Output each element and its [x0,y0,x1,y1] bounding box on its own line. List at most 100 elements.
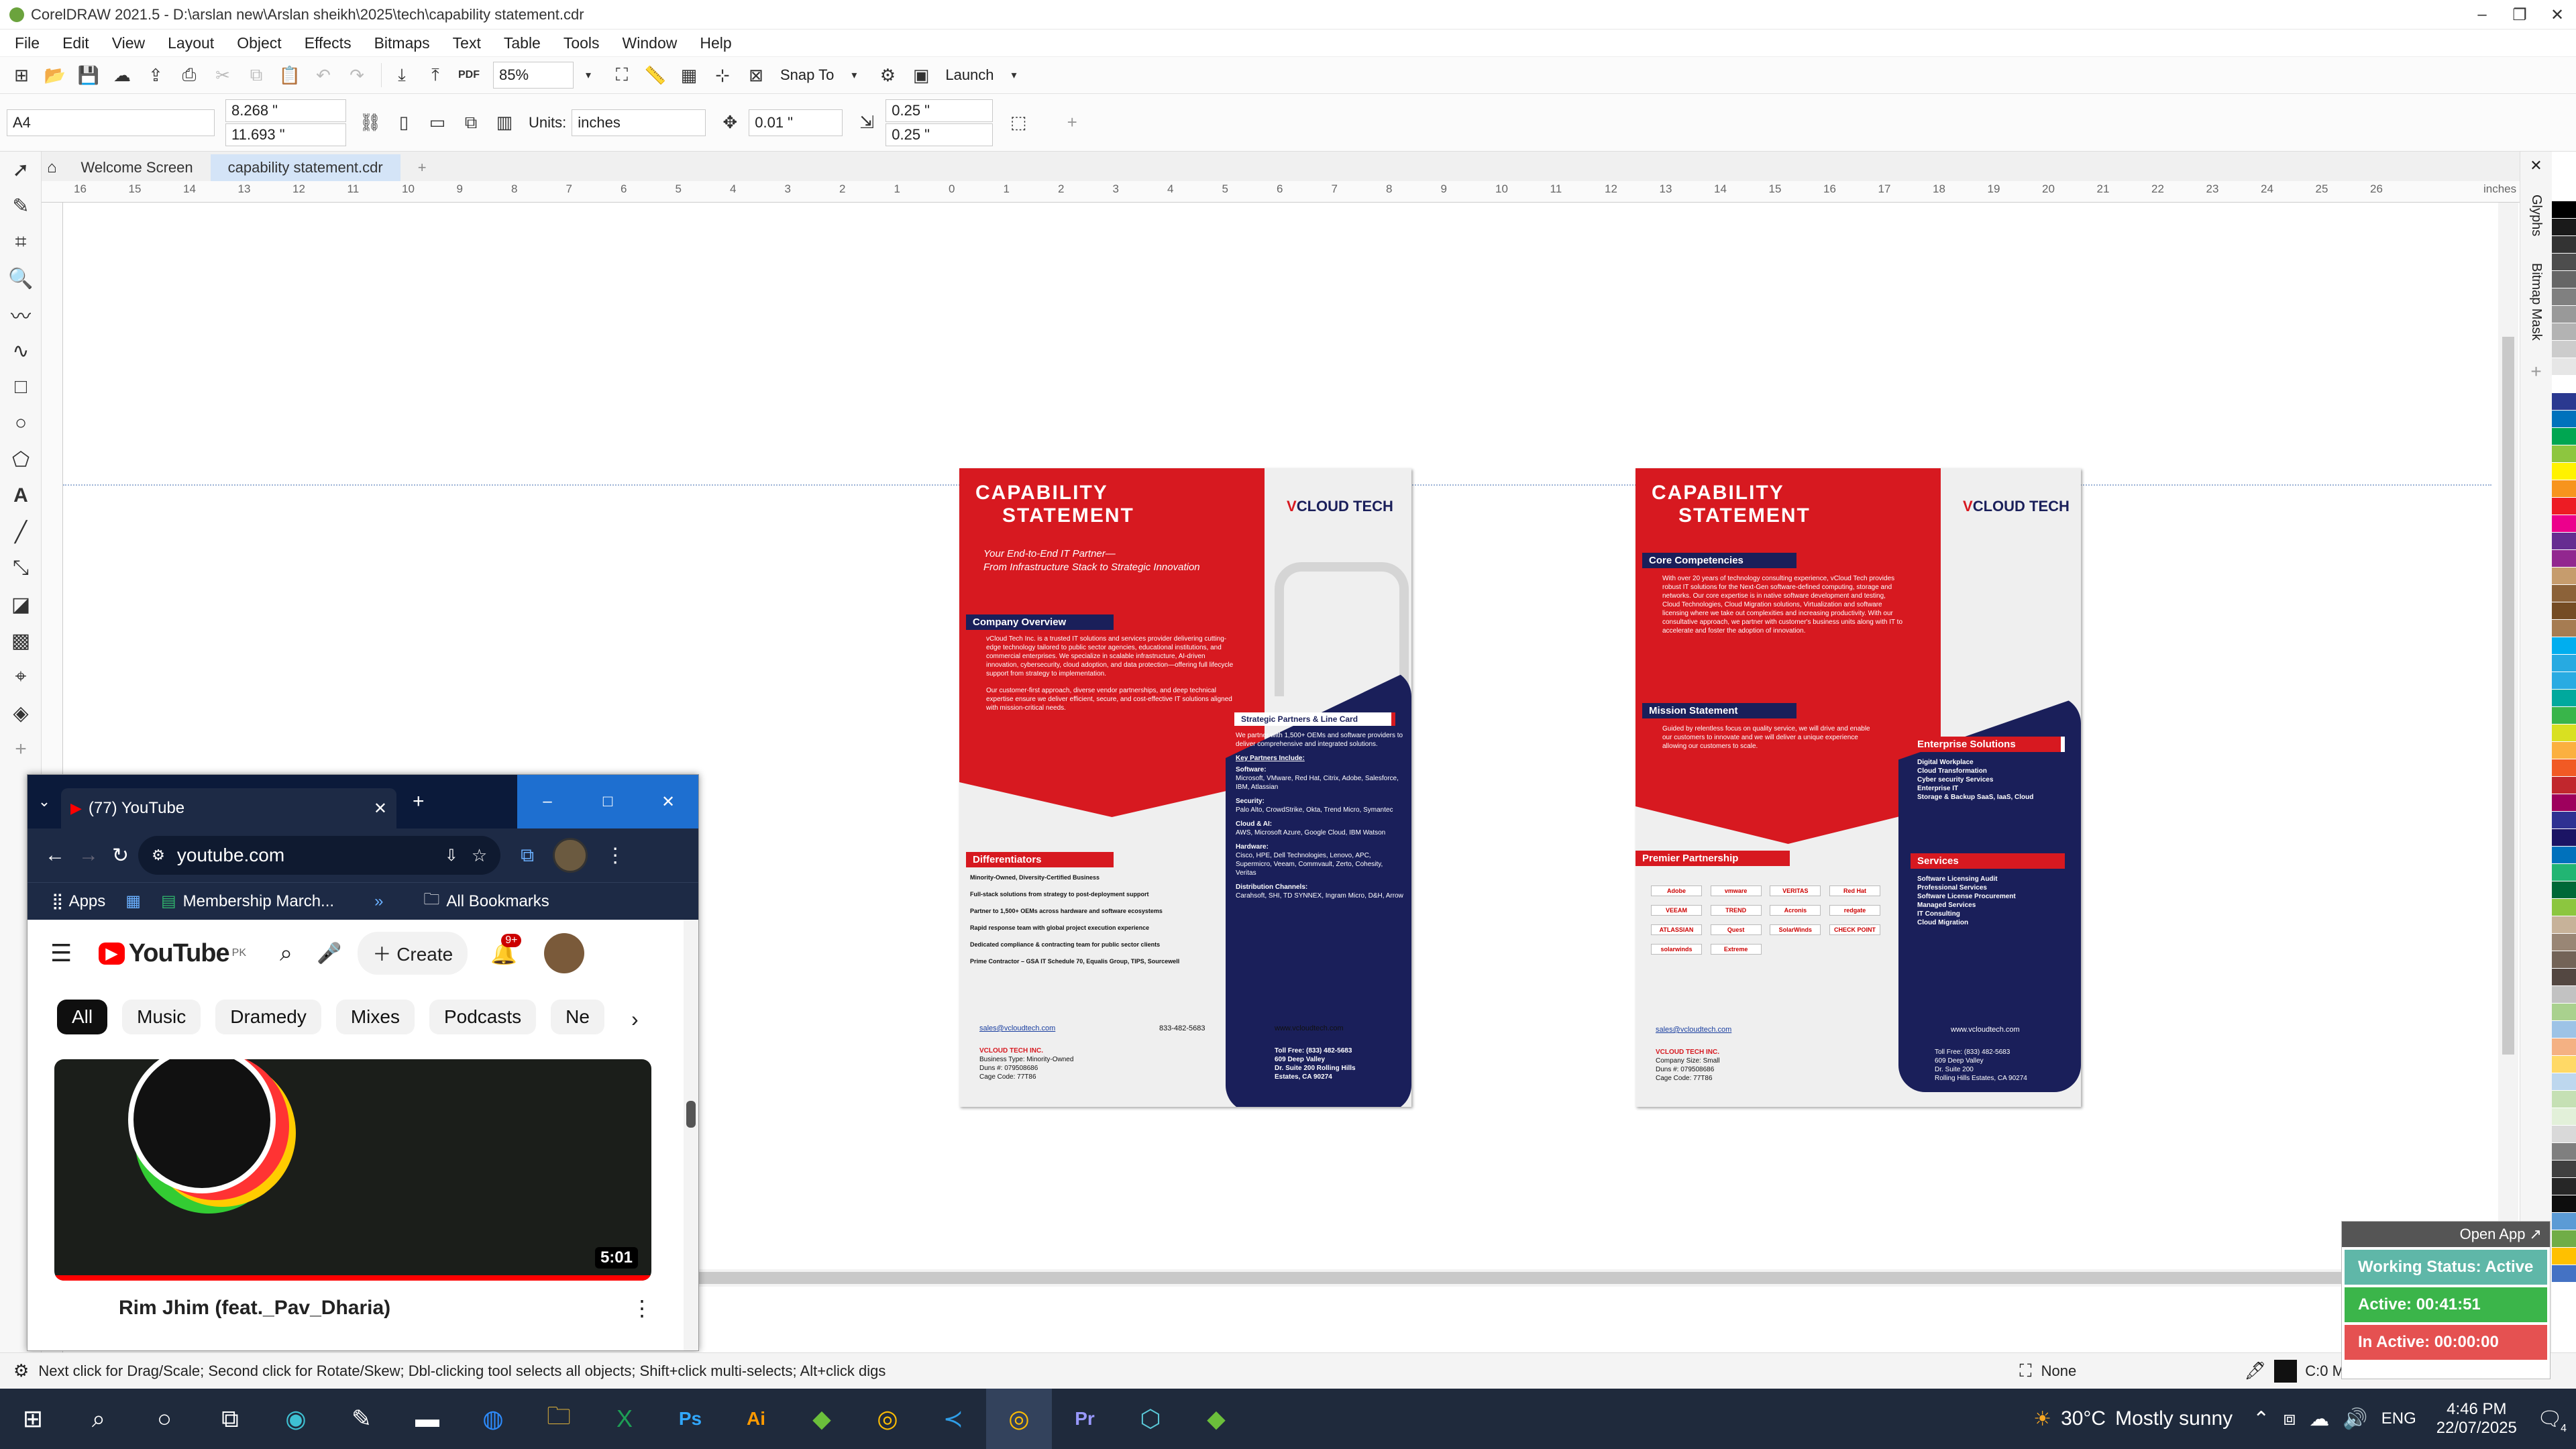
connector-tool-icon[interactable]: ⤡ [0,550,42,586]
youtube-logo[interactable]: ▶ YouTube PK [99,939,246,968]
color-swatch[interactable] [2552,236,2576,254]
snap-to-dropdown[interactable]: Snap To [780,66,834,84]
artistic-media-icon[interactable]: ∿ [0,333,42,369]
menu-window[interactable]: Window [623,34,678,52]
menu-effects[interactable]: Effects [305,34,352,52]
color-swatch[interactable] [2552,1004,2576,1021]
eyedropper-icon[interactable]: ⌖ [0,659,42,695]
color-swatch[interactable] [2552,951,2576,969]
zoom-tool-icon[interactable]: 🔍 [0,260,42,297]
add-docker-icon[interactable]: + [2520,361,2552,382]
color-swatch[interactable] [2552,899,2576,916]
page-height-field[interactable]: 11.693 " [225,123,346,146]
menu-tools[interactable]: Tools [564,34,600,52]
color-swatch[interactable] [2552,1178,2576,1195]
photoshop-icon[interactable]: Ps [657,1389,723,1449]
profile-avatar[interactable] [553,838,588,873]
color-swatch[interactable] [2552,341,2576,358]
current-page-icon[interactable]: ▥ [490,108,519,138]
menu-bitmaps[interactable]: Bitmaps [374,34,430,52]
color-swatch[interactable] [2552,533,2576,550]
color-swatch[interactable] [2552,201,2576,219]
color-swatch[interactable] [2552,742,2576,759]
interactive-fill-icon[interactable]: ◈ [0,695,42,731]
open-app-button[interactable]: Open App ↗ [2342,1222,2550,1247]
extensions-icon[interactable]: ⧉ [521,845,534,867]
color-swatch[interactable] [2552,1073,2576,1091]
new-document-icon[interactable]: ⊞ [7,60,36,90]
save-icon[interactable]: 💾 [74,60,103,90]
chip-dramedy[interactable]: Dramedy [215,1000,321,1034]
premiere-icon[interactable]: Pr [1052,1389,1118,1449]
color-swatch[interactable] [2552,812,2576,829]
excel-icon[interactable]: X [592,1389,657,1449]
color-swatch[interactable] [2552,1248,2576,1265]
color-swatch[interactable] [2552,1161,2576,1178]
color-swatch[interactable] [2552,724,2576,742]
color-swatch[interactable] [2552,306,2576,323]
paste-icon[interactable]: 📋 [275,60,305,90]
color-swatch[interactable] [2552,655,2576,672]
search-icon[interactable]: ⌕ [280,941,292,967]
pdf-icon[interactable]: PDF [454,60,484,90]
cortana-icon[interactable]: ○ [131,1389,197,1449]
zoom-level-field[interactable]: 85% [493,62,574,89]
horizontal-ruler[interactable]: 16 15 14 13 12 11 10 9 8 7 6 5 4 3 2 1 0 1 2 3 4 5 6 7 8 9 10 11 12 1… [42,181,2524,203]
color-swatch[interactable] [2552,794,2576,812]
contact-web[interactable]: www.vcloudtech.com [1951,1025,2020,1034]
chevron-down-icon[interactable]: ▾ [839,60,869,90]
sheets-icon[interactable]: ▤ [161,892,176,911]
cloud-upload-icon[interactable]: ☁ [107,60,137,90]
color-swatch[interactable] [2552,515,2576,533]
grid-icon[interactable]: ▦ [674,60,704,90]
color-swatch[interactable] [2552,1126,2576,1143]
color-swatch[interactable] [2552,690,2576,707]
color-swatch[interactable] [2552,393,2576,411]
color-swatch[interactable] [2552,376,2576,393]
color-swatch[interactable] [2552,707,2576,724]
color-swatch[interactable] [2552,498,2576,515]
text-tool-icon[interactable]: A [0,478,42,514]
color-swatch[interactable] [2552,411,2576,428]
color-swatch[interactable] [2552,759,2576,777]
bitmap-mask-docker-tab[interactable]: Bitmap Mask [2528,263,2544,341]
close-docker-icon[interactable]: ✕ [2520,157,2552,174]
color-swatch[interactable] [2552,463,2576,480]
color-swatch[interactable] [2552,620,2576,637]
menu-view[interactable]: View [112,34,145,52]
options-gear-icon[interactable]: ⚙ [873,60,902,90]
copy-icon[interactable]: ⧉ [241,60,271,90]
pick-tool-icon[interactable]: ➚ [0,152,42,188]
reload-icon[interactable]: ↻ [112,844,129,867]
notification-center-icon[interactable]: 🗨 4 [2537,1407,2567,1435]
create-button[interactable]: ＋ Create [358,932,468,975]
color-swatch[interactable] [2552,428,2576,445]
redo-icon[interactable]: ↷ [342,60,372,90]
duplicate-y-field[interactable]: 0.25 " [885,123,994,146]
color-swatch[interactable] [2552,829,2576,847]
color-swatch[interactable] [2552,585,2576,602]
menu-help[interactable]: Help [700,34,731,52]
color-swatch[interactable] [2552,568,2576,585]
guidelines-icon[interactable]: ⊹ [708,60,737,90]
new-tab-icon[interactable]: + [413,790,425,813]
bookmark-star-icon[interactable]: ☆ [472,845,487,866]
color-swatch[interactable] [2552,1195,2576,1213]
video-title[interactable]: Rim Jhim (feat._Pav_Dharia) [119,1297,390,1320]
chip-next[interactable]: Ne [551,1000,604,1034]
minimize-button[interactable]: – [517,775,578,828]
add-tool-icon[interactable]: + [0,731,42,767]
rectangle-tool-icon[interactable]: □ [0,369,42,405]
menu-table[interactable]: Table [504,34,541,52]
launch-icon[interactable]: ▣ [906,60,936,90]
contact-email[interactable]: sales@vcloudtech.com [979,1024,1055,1033]
shape-tool-icon[interactable]: ✎ [0,188,42,224]
page-size-select[interactable]: A4 [7,109,215,136]
chevron-down-icon[interactable]: ▾ [1000,60,1029,90]
page-width-field[interactable]: 8.268 " [225,99,346,122]
menu-file[interactable]: File [15,34,40,52]
add-icon[interactable]: + [1057,108,1087,138]
color-swatch[interactable] [2552,271,2576,288]
color-swatch[interactable] [2552,1265,2576,1283]
color-swatch[interactable] [2552,1143,2576,1161]
